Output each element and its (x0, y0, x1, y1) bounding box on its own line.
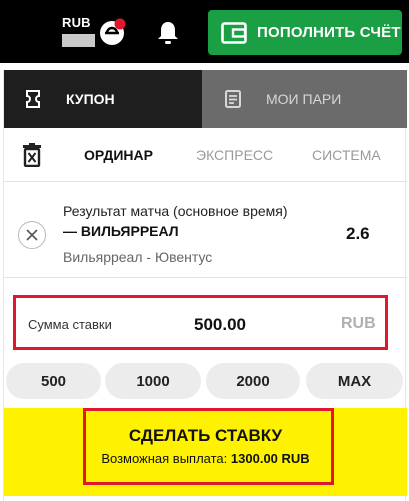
place-bet-label: СДЕЛАТЬ СТАВКУ (128, 426, 283, 445)
event-name: Вильярреал - Ювентус (63, 249, 213, 265)
quick-amount-max[interactable]: MAX (306, 363, 403, 399)
currency-code: RUB (62, 15, 91, 30)
remove-selection-button[interactable] (18, 221, 46, 249)
trash-icon[interactable] (23, 143, 41, 167)
outcome-name: — ВИЛЬЯРРЕАЛ (63, 223, 179, 239)
coupon-icon (26, 90, 40, 108)
payout-value: 1300.00 RUB (230, 451, 310, 466)
bet-slip-tabs: КУПОН МОИ ПАРИ (4, 70, 407, 128)
market-name: Результат матча (основное время) (63, 203, 288, 219)
stake-label: Сумма ставки (28, 317, 112, 332)
notification-dot (114, 18, 126, 30)
quick-amount-2000[interactable]: 2000 (206, 363, 300, 399)
close-icon (26, 229, 38, 241)
bet-type-selector: ОРДИНАР ЭКСПРЕСС СИСТЕМА (4, 128, 407, 182)
tab-my-bets[interactable]: МОИ ПАРИ (202, 70, 407, 128)
top-bar: RUB ПОПОЛНИТЬ СЧЁТ (0, 0, 409, 63)
quick-amount-500[interactable]: 500 (6, 363, 101, 399)
tab-coupon-label: КУПОН (66, 91, 115, 107)
document-icon (225, 90, 241, 108)
bet-selection: Результат матча (основное время) — ВИЛЬЯ… (4, 183, 407, 278)
potential-payout: Возможная выплата: 1300.00 RUB (4, 451, 407, 466)
stake-input-box[interactable]: Сумма ставки RUB (13, 295, 388, 350)
bet-type-express[interactable]: ЭКСПРЕСС (196, 128, 273, 182)
stake-currency: RUB (341, 315, 376, 332)
deposit-label: ПОПОЛНИТЬ СЧЁТ (257, 24, 401, 41)
balance-mask (62, 34, 95, 47)
payout-label: Возможная выплата: (101, 451, 228, 466)
quick-amount-1000[interactable]: 1000 (105, 363, 201, 399)
bet-type-single[interactable]: ОРДИНАР (84, 128, 153, 182)
place-bet-button[interactable]: СДЕЛАТЬ СТАВКУ Возможная выплата: 1300.0… (4, 408, 407, 496)
tab-my-bets-label: МОИ ПАРИ (266, 91, 342, 107)
stake-input[interactable] (194, 315, 294, 335)
deposit-button[interactable]: ПОПОЛНИТЬ СЧЁТ (208, 10, 402, 55)
bell-icon[interactable] (156, 20, 180, 46)
bet-type-system[interactable]: СИСТЕМА (312, 128, 381, 182)
place-bet-highlight (83, 408, 334, 485)
tab-coupon[interactable]: КУПОН (4, 70, 202, 128)
bet-slip-panel: КУПОН МОИ ПАРИ ОРДИНАР ЭКСПРЕСС СИСТЕМА (3, 70, 407, 501)
user-icon[interactable] (99, 18, 127, 46)
wallet-icon (221, 21, 247, 44)
odds-value: 2.6 (346, 224, 370, 243)
balance-block[interactable]: RUB (62, 15, 95, 47)
